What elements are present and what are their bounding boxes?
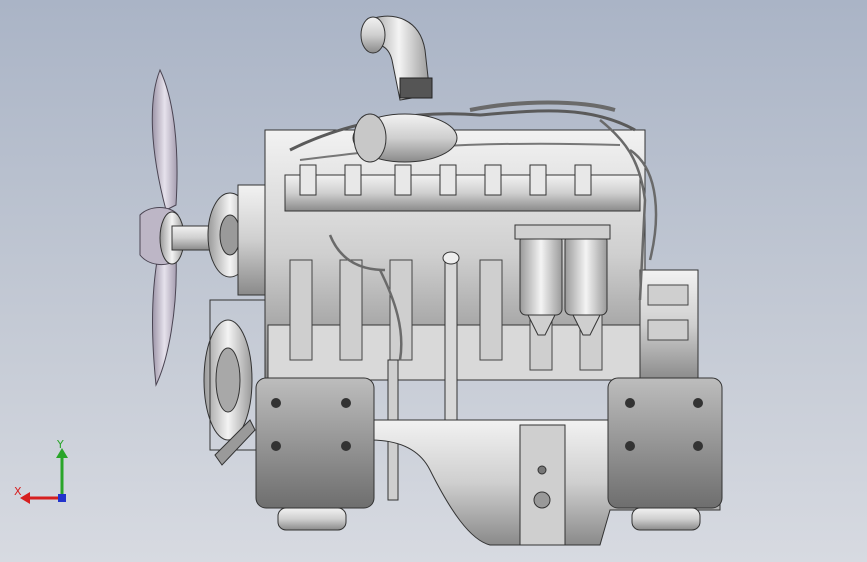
cooling-fan[interactable] [139, 68, 213, 387]
air-intake-elbow[interactable] [352, 15, 458, 163]
engine-mount-left[interactable] [255, 377, 375, 531]
engine-model[interactable] [0, 0, 867, 562]
z-axis-origin [58, 494, 66, 502]
coordinate-triad: Y X [14, 440, 68, 504]
engine-mount-right[interactable] [607, 377, 723, 531]
graphics-viewport[interactable]: Y X [0, 0, 867, 562]
engine-block[interactable] [264, 129, 699, 381]
y-axis-label: Y [56, 440, 64, 451]
x-axis-label: X [14, 485, 22, 498]
